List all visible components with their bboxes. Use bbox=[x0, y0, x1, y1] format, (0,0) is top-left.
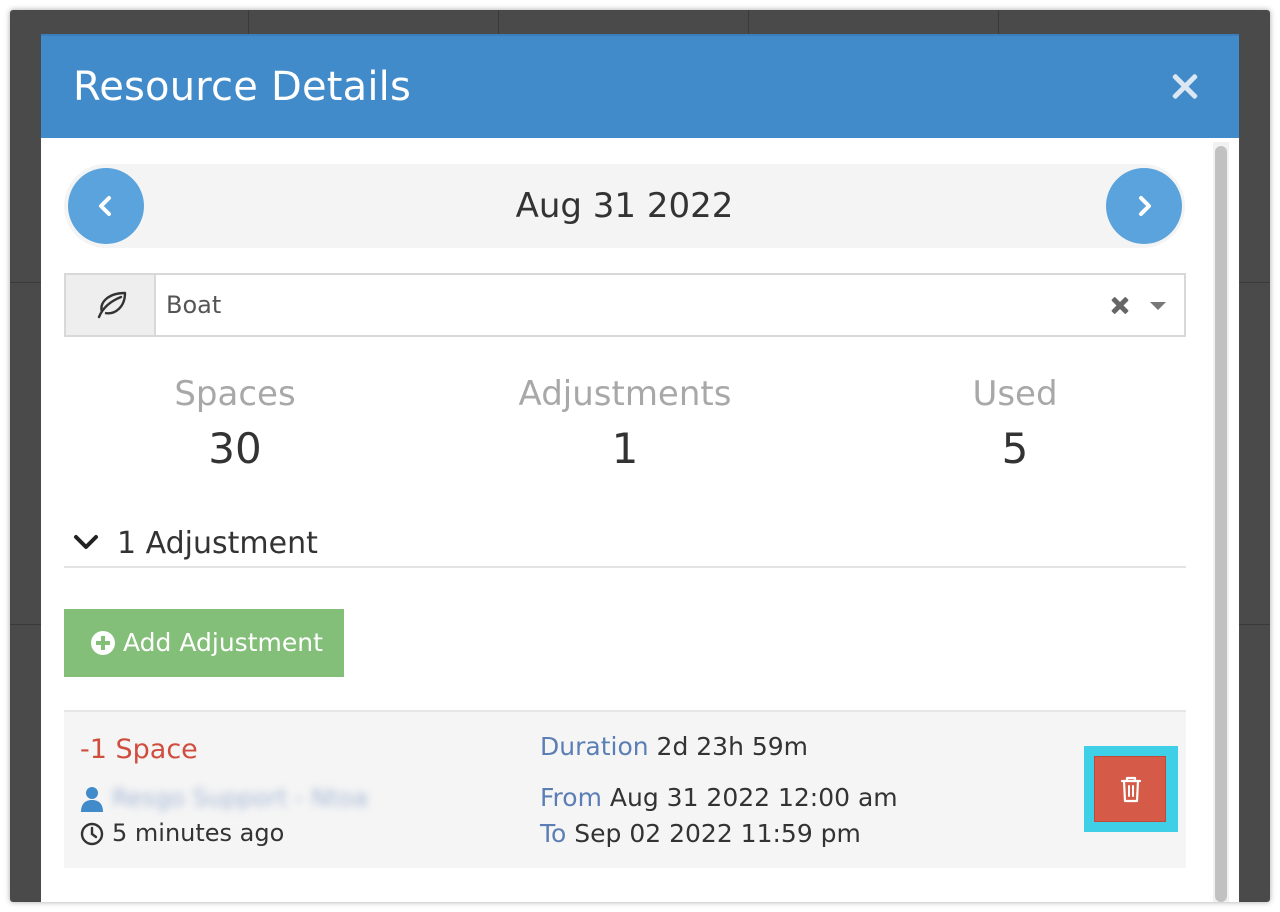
modal-title: Resource Details bbox=[73, 64, 412, 110]
stat-value: 5 bbox=[1001, 424, 1029, 473]
clear-icon[interactable] bbox=[1108, 293, 1132, 317]
adjustments-toggle[interactable]: 1 Adjustment bbox=[64, 518, 1186, 568]
trash-icon bbox=[1120, 776, 1142, 803]
add-adjustment-button[interactable]: Add Adjustment bbox=[64, 609, 344, 677]
stat-label: Adjustments bbox=[518, 374, 732, 414]
plus-circle-icon bbox=[91, 631, 115, 655]
resource-details-modal: Resource Details Aug 31 2022 Boat Spaces… bbox=[41, 34, 1239, 902]
stat-adjustments: Adjustments 1 bbox=[475, 374, 775, 473]
adjustment-created-label: 5 minutes ago bbox=[112, 819, 285, 847]
stat-spaces: Spaces 30 bbox=[85, 374, 385, 473]
adjustments-count-label: 1 Adjustment bbox=[117, 526, 318, 561]
user-icon bbox=[81, 787, 103, 812]
scrollbar[interactable] bbox=[1213, 142, 1229, 902]
current-date: Aug 31 2022 bbox=[515, 186, 734, 226]
resource-select-addon bbox=[66, 275, 156, 335]
from-label: From bbox=[540, 783, 602, 812]
stat-used: Used 5 bbox=[865, 374, 1165, 473]
delete-button-highlight bbox=[1084, 746, 1178, 832]
resource-select[interactable]: Boat bbox=[64, 273, 1186, 337]
resource-select-value: Boat bbox=[166, 291, 222, 319]
delete-adjustment-button[interactable] bbox=[1094, 756, 1166, 822]
from-value: Aug 31 2022 12:00 am bbox=[609, 783, 898, 812]
chevron-right-icon bbox=[1139, 196, 1151, 216]
close-icon[interactable] bbox=[1165, 66, 1205, 106]
adjustment-amount: -1 Space bbox=[80, 734, 198, 765]
clock-icon bbox=[80, 822, 104, 846]
scrollbar-thumb[interactable] bbox=[1215, 146, 1227, 902]
to-label: To bbox=[540, 819, 567, 848]
duration-value: 2d 23h 59m bbox=[656, 732, 809, 761]
adjustment-row: -1 Space Resgo Support - Ntoa 5 minutes … bbox=[64, 710, 1186, 868]
stat-value: 30 bbox=[208, 424, 262, 473]
date-navigator: Aug 31 2022 bbox=[64, 164, 1185, 248]
chevron-down-icon bbox=[74, 535, 98, 549]
stat-label: Used bbox=[972, 374, 1058, 414]
adjustment-from: From Aug 31 2022 12:00 am bbox=[540, 783, 898, 812]
stat-label: Spaces bbox=[174, 374, 296, 414]
adjustment-user-name: Resgo Support - Ntoa bbox=[112, 784, 368, 812]
adjustment-to: To Sep 02 2022 11:59 pm bbox=[540, 819, 861, 848]
caret-down-icon[interactable] bbox=[1150, 302, 1166, 310]
duration-label: Duration bbox=[540, 732, 649, 761]
modal-header: Resource Details bbox=[41, 34, 1239, 138]
add-adjustment-label: Add Adjustment bbox=[123, 628, 323, 657]
next-date-button[interactable] bbox=[1106, 168, 1182, 244]
stat-value: 1 bbox=[611, 424, 639, 473]
leaf-icon bbox=[97, 291, 127, 319]
to-value: Sep 02 2022 11:59 pm bbox=[574, 819, 861, 848]
adjustment-duration: Duration 2d 23h 59m bbox=[540, 732, 808, 761]
